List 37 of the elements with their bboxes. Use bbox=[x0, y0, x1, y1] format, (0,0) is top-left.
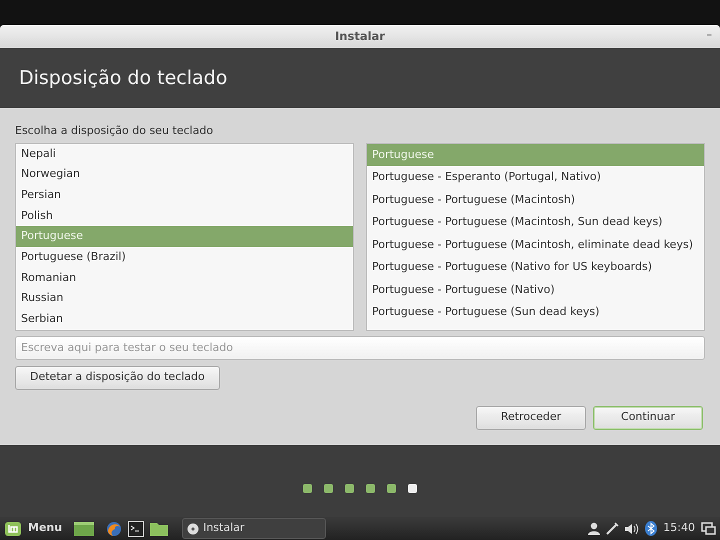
page-title: Disposição do teclado bbox=[19, 66, 228, 91]
menu-logo-icon[interactable] bbox=[4, 520, 22, 536]
list-item[interactable]: Portuguese - Portuguese (Nativo for US keyboards) bbox=[367, 256, 704, 278]
list-item[interactable]: Portuguese - Portuguese (Macintosh, Sun dead keys) bbox=[367, 211, 704, 234]
list-item[interactable]: Russian bbox=[16, 288, 353, 309]
list-item[interactable]: Serbian bbox=[16, 309, 353, 330]
bluetooth-icon[interactable] bbox=[645, 521, 658, 536]
list-item[interactable]: Portuguese (Brazil) bbox=[16, 246, 353, 268]
keyboard-test-field[interactable]: Escreva aqui para testar o seu teclado bbox=[15, 336, 705, 360]
network-icon[interactable] bbox=[606, 522, 620, 535]
taskbar-window-button[interactable]: Instalar bbox=[182, 518, 326, 539]
list-item[interactable]: Norwegian bbox=[16, 164, 353, 185]
continue-button[interactable]: Continuar bbox=[593, 406, 703, 430]
browser-icon[interactable] bbox=[106, 520, 122, 536]
menu-button[interactable]: Menu bbox=[28, 520, 62, 537]
back-button[interactable]: Retroceder bbox=[476, 406, 586, 430]
list-item[interactable]: Portuguese - Portuguese (Nativo) bbox=[367, 278, 704, 301]
show-desktop-icon[interactable] bbox=[74, 522, 94, 536]
list-item[interactable]: Portuguese - Portuguese (Macintosh) bbox=[367, 188, 704, 211]
user-icon[interactable] bbox=[588, 522, 600, 535]
clock[interactable]: 15:40 bbox=[663, 520, 695, 537]
workspace-icon[interactable] bbox=[701, 522, 716, 535]
list-item[interactable]: Portuguese - Portuguese (Sun dead keys) bbox=[367, 301, 704, 324]
list-item[interactable]: Persian bbox=[16, 184, 353, 206]
volume-icon[interactable] bbox=[625, 522, 640, 534]
terminal-icon[interactable] bbox=[128, 520, 144, 536]
minimize-button[interactable]: – bbox=[706, 27, 712, 44]
detect-layout-button[interactable]: Detetar a disposição do teclado bbox=[15, 366, 220, 390]
list-item[interactable]: Nepali bbox=[16, 144, 353, 164]
window-title: Instalar bbox=[335, 28, 385, 45]
prompt-label: Escolha a disposição do seu teclado bbox=[15, 123, 214, 139]
folder-icon[interactable] bbox=[150, 521, 168, 536]
disc-icon bbox=[187, 522, 200, 534]
list-item[interactable]: Romanian bbox=[16, 268, 353, 288]
list-item[interactable]: Portuguese - Esperanto (Portugal, Nativo) bbox=[367, 166, 704, 188]
list-item[interactable]: Portuguese - Portuguese (Macintosh, eliminate dead keys) bbox=[367, 234, 704, 256]
list-item[interactable]: Polish bbox=[16, 206, 353, 226]
